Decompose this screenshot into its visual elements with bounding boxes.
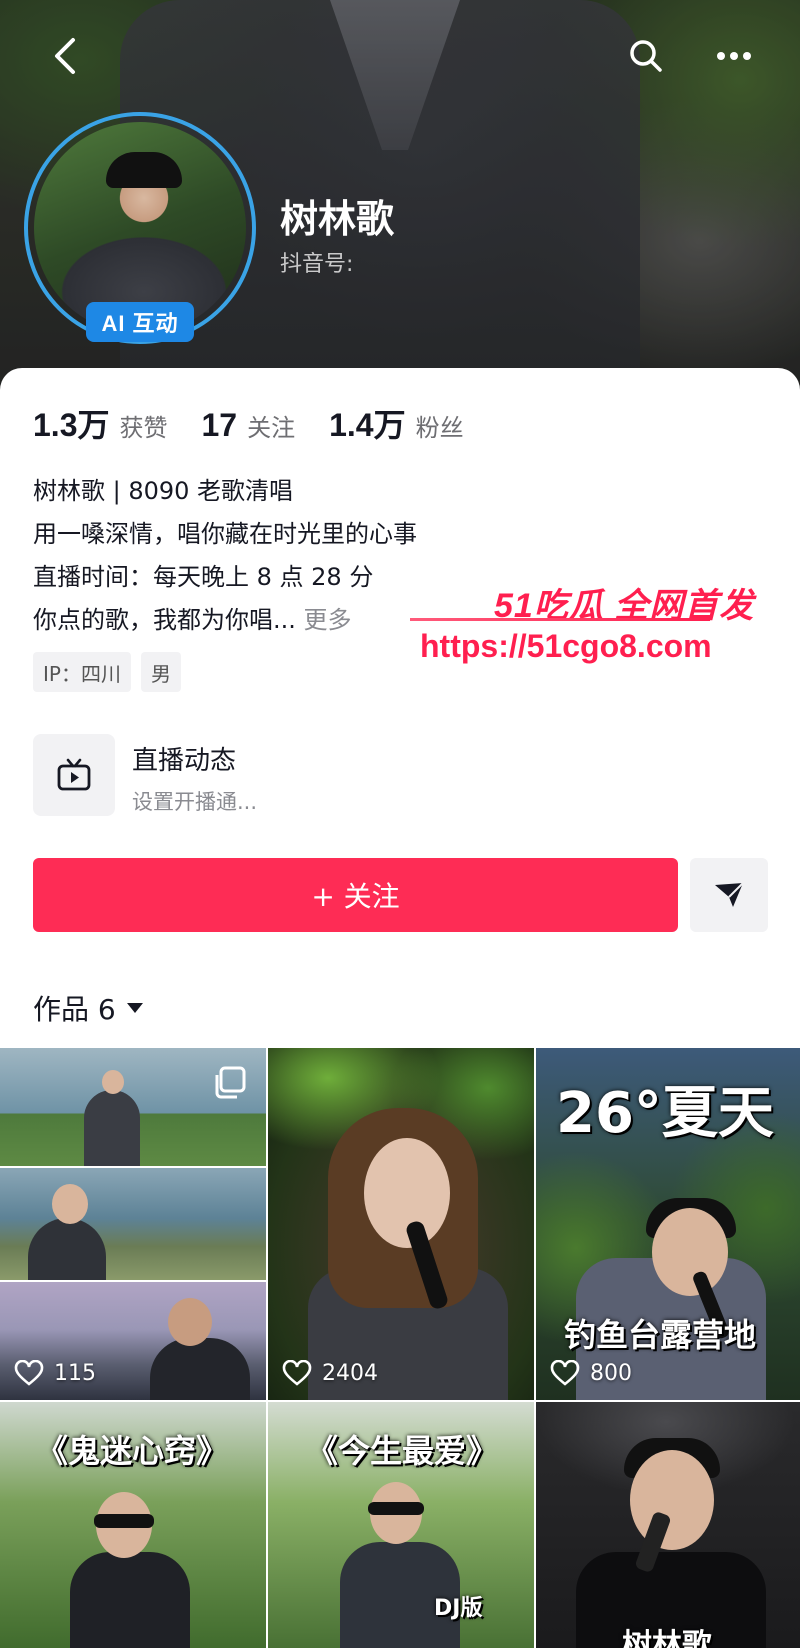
video-tile[interactable]: 《鬼迷心窍》 bbox=[0, 1402, 266, 1648]
stat-value: 17 bbox=[201, 407, 238, 443]
douyin-id: 抖音号: bbox=[280, 252, 354, 277]
stat-label: 获赞 bbox=[119, 414, 168, 442]
stat-value: 1.3万 bbox=[33, 407, 110, 443]
works-label: 作品 6 bbox=[33, 993, 116, 1026]
video-overlay-title: 《今生最爱》 bbox=[306, 1432, 499, 1470]
live-entry-icon-box[interactable] bbox=[33, 734, 115, 816]
video-tile[interactable]: 2404 bbox=[268, 1048, 534, 1400]
tag-ip: IP：四川 bbox=[33, 652, 131, 692]
share-button[interactable] bbox=[690, 858, 768, 932]
watermark-underline bbox=[410, 618, 710, 621]
profile-stats: 1.3万 获赞 17 关注 1.4万 粉丝 bbox=[33, 400, 498, 446]
heart-icon bbox=[14, 1360, 44, 1386]
search-icon bbox=[630, 40, 662, 72]
send-icon bbox=[715, 882, 744, 907]
video-likes-count: 2404 bbox=[322, 1360, 378, 1386]
stat-value: 1.4万 bbox=[329, 407, 406, 443]
bio-line: 直播时间：每天晚上 8 点 28 分 bbox=[33, 563, 374, 591]
back-icon bbox=[55, 38, 75, 74]
search-button[interactable] bbox=[620, 30, 672, 82]
stat-label: 关注 bbox=[247, 414, 296, 442]
back-button[interactable] bbox=[38, 30, 90, 82]
video-likes: 800 bbox=[550, 1360, 632, 1386]
more-icon bbox=[717, 52, 751, 60]
video-likes: 2404 bbox=[282, 1360, 378, 1386]
works-tab[interactable]: 作品 6 bbox=[33, 988, 144, 1028]
more-button[interactable] bbox=[708, 30, 760, 82]
stat-followers[interactable]: 1.4万 粉丝 bbox=[329, 400, 464, 446]
stat-likes[interactable]: 1.3万 获赞 bbox=[33, 400, 168, 446]
stat-following[interactable]: 17 关注 bbox=[202, 407, 296, 444]
video-overlay-caption: 树林歌 bbox=[622, 1628, 712, 1648]
video-tile[interactable]: 《今生最爱》 DJ版 bbox=[268, 1402, 534, 1648]
bio-line-text: 你点的歌，我都为你唱... bbox=[33, 606, 296, 634]
bio-line-last: 你点的歌，我都为你唱... 更多 bbox=[33, 599, 417, 642]
tag-gender: 男 bbox=[140, 652, 181, 692]
live-subtitle: 设置开播通... bbox=[132, 790, 258, 814]
video-tile[interactable]: 115 bbox=[0, 1048, 266, 1400]
video-tile[interactable]: 26°夏天 钓鱼台露营地 800 bbox=[536, 1048, 800, 1400]
heart-icon bbox=[282, 1360, 312, 1386]
video-likes-count: 115 bbox=[54, 1360, 96, 1386]
video-overlay-title: 26°夏天 bbox=[556, 1081, 774, 1146]
video-likes: 115 bbox=[14, 1360, 96, 1386]
video-overlay-caption: DJ版 bbox=[434, 1596, 483, 1621]
video-overlay-caption: 钓鱼台露营地 bbox=[564, 1316, 757, 1354]
bio-line: 树林歌 | 8090 老歌清唱 bbox=[33, 477, 294, 505]
ai-interaction-badge[interactable]: AI 互动 bbox=[86, 302, 194, 342]
dropdown-triangle-icon bbox=[126, 1003, 143, 1013]
follow-button[interactable]: + 关注 bbox=[33, 858, 678, 932]
bio-more-link[interactable]: 更多 bbox=[304, 606, 352, 634]
profile-bio: 树林歌 | 8090 老歌清唱 用一嗓深情，唱你藏在时光里的心事 直播时间：每天… bbox=[33, 470, 417, 642]
live-title[interactable]: 直播动态 bbox=[132, 740, 236, 777]
profile-name: 树林歌 bbox=[280, 197, 395, 241]
video-tile[interactable]: 树林歌 bbox=[536, 1402, 800, 1648]
heart-icon bbox=[550, 1360, 580, 1386]
multi-image-icon bbox=[215, 1066, 246, 1099]
watermark-url: https://51cgo8.com bbox=[420, 628, 712, 664]
bio-line: 用一嗓深情，唱你藏在时光里的心事 bbox=[33, 520, 417, 548]
tv-icon bbox=[57, 758, 91, 791]
video-overlay-title: 《鬼迷心窍》 bbox=[36, 1432, 229, 1470]
video-likes-count: 800 bbox=[590, 1360, 632, 1386]
stat-label: 粉丝 bbox=[415, 414, 464, 442]
profile-tags: IP：四川 男 bbox=[33, 652, 191, 692]
